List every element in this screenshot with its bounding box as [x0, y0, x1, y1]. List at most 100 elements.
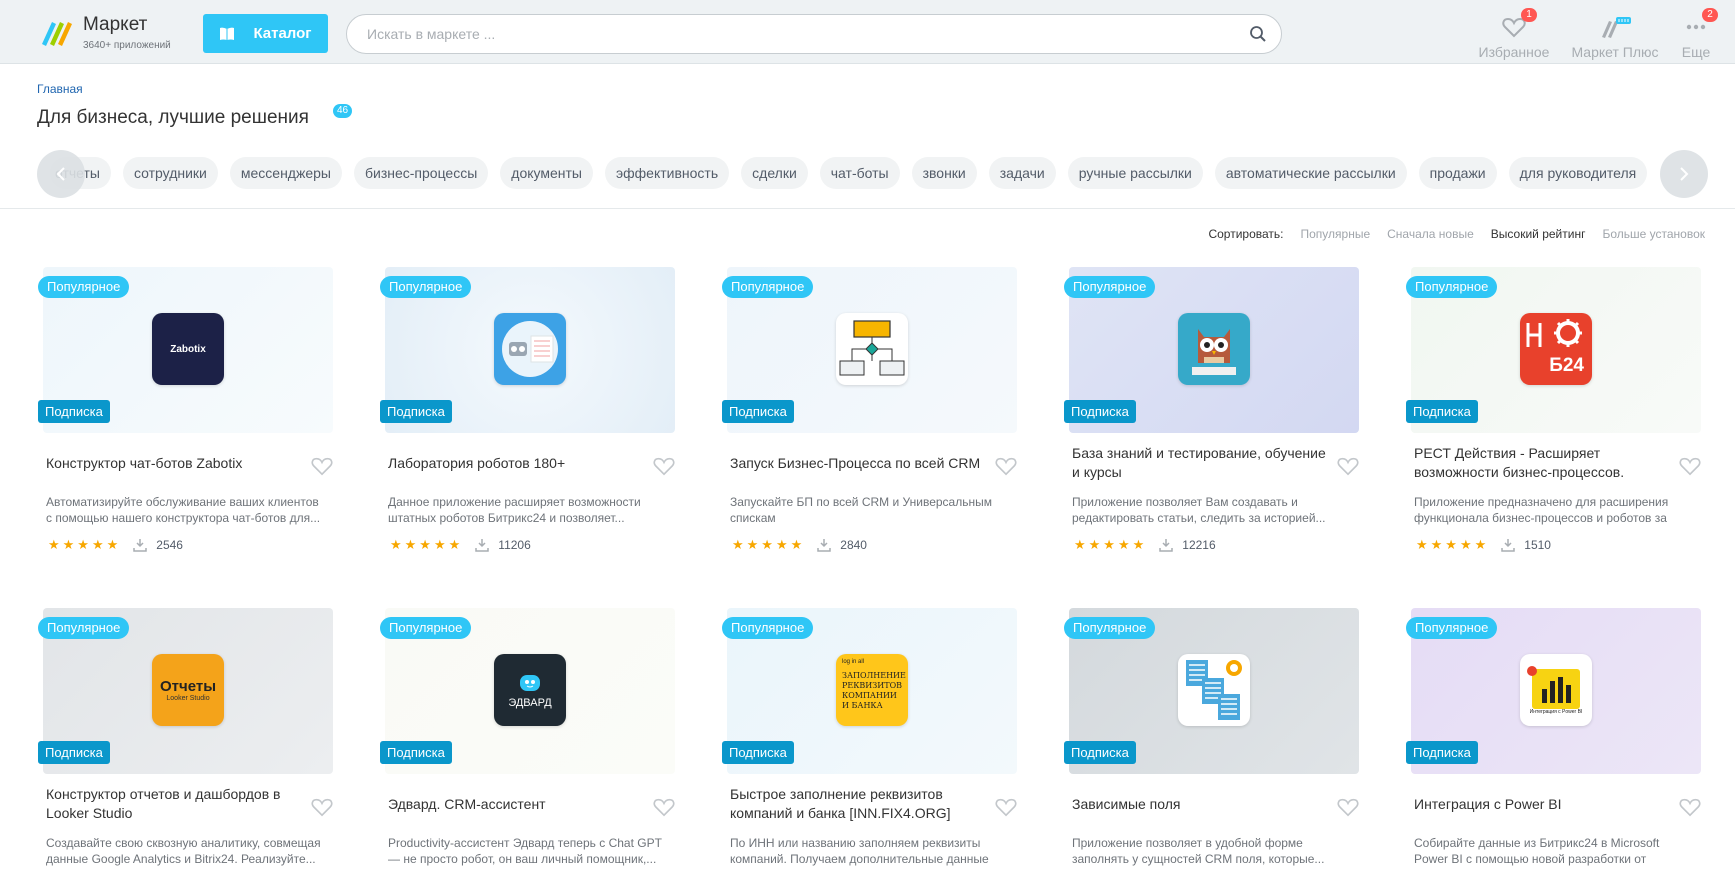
heart-icon[interactable] [1337, 456, 1359, 476]
more-badge: 2 [1702, 8, 1718, 22]
app-icon-dependent-fields [1178, 654, 1250, 726]
tag-employees[interactable]: сотрудники [122, 157, 218, 189]
chevron-left-icon [56, 167, 65, 181]
owl-icon [1192, 329, 1236, 375]
app-description: Приложение предназначено для расширения … [1414, 495, 1669, 525]
heart-icon[interactable] [653, 797, 675, 817]
tags-next-button[interactable] [1660, 150, 1708, 198]
popular-badge: Популярное [38, 276, 130, 298]
app-description: Приложение позволяет в удобной форме зап… [1072, 836, 1325, 866]
sort-popular[interactable]: Популярные [1301, 227, 1371, 241]
tag-manual-mailings[interactable]: ручные рассылки [1067, 157, 1203, 189]
subscription-badge: Подписка [1064, 400, 1136, 423]
favorites-badge: 1 [1521, 8, 1537, 22]
section-divider [0, 208, 1735, 209]
apps-count-badge: 46 [333, 104, 353, 118]
app-description: Данное приложение расширяет возможности … [388, 495, 641, 525]
subscription-badge: Подписка [1406, 741, 1478, 764]
app-icon-knowledge-base [1178, 313, 1250, 385]
heart-icon[interactable] [995, 456, 1017, 476]
app-description: Собирайте данные из Битрикс24 в Microsof… [1414, 836, 1660, 866]
heart-icon[interactable] [1679, 797, 1701, 817]
tag-efficiency[interactable]: эффективность [605, 157, 730, 189]
tag-for-managers[interactable]: для руководителя [1508, 157, 1648, 189]
popular-badge: Популярное [722, 617, 814, 639]
download-icon [1501, 539, 1516, 552]
install-count: 2840 [840, 538, 867, 552]
popular-badge: Популярное [1406, 276, 1498, 298]
rating-stars-icon: ★★★★★ [732, 537, 806, 552]
app-title[interactable]: Лаборатория роботов 180+ [388, 454, 643, 473]
tag-calls[interactable]: звонки [911, 157, 977, 189]
tag-auto-mailings[interactable]: автоматические рассылки [1214, 157, 1407, 189]
app-title[interactable]: Запуск Бизнес-Процесса по всей CRM [730, 454, 985, 473]
subscription-badge: Подписка [1064, 741, 1136, 764]
popular-badge: Популярное [1064, 276, 1156, 298]
app-icon-rest-actions: Б24 [1520, 313, 1592, 385]
flowchart-icon [839, 320, 905, 376]
favorites-nav[interactable]: 1 Избранное [1477, 8, 1551, 60]
subscription-badge: Подписка [380, 741, 452, 764]
catalog-button[interactable]: Каталог [203, 14, 328, 53]
tag-tasks[interactable]: задачи [988, 157, 1056, 189]
tag-sales[interactable]: продажи [1418, 157, 1497, 189]
sort-newest[interactable]: Сначала новые [1387, 227, 1474, 241]
app-title[interactable]: Конструктор отчетов и дашбордов в Looker… [46, 785, 301, 823]
popular-badge: Популярное [1064, 617, 1156, 639]
heart-icon[interactable] [1679, 456, 1701, 476]
breadcrumb-home[interactable]: Главная [37, 82, 83, 96]
sort-high-rating[interactable]: Высокий рейтинг [1491, 227, 1586, 241]
robot-icon [502, 321, 558, 377]
catalog-label: Каталог [253, 25, 312, 42]
tag-documents[interactable]: документы [500, 157, 593, 189]
subscription-badge: Подписка [38, 400, 110, 423]
app-icon-looker-reports: Отчеты Looker Studio [152, 654, 224, 726]
market-plus-label: Маркет Плюс [1571, 44, 1659, 60]
app-title[interactable]: Зависимые поля [1072, 795, 1327, 814]
market-logo-icon[interactable] [38, 14, 74, 50]
subscription-badge: Подписка [722, 400, 794, 423]
tag-deals[interactable]: сделки [741, 157, 808, 189]
app-title[interactable]: Конструктор чат-ботов Zabotix [46, 454, 301, 473]
app-meta: ★★★★★ 1510 [1416, 537, 1551, 553]
tag-business-processes[interactable]: бизнес-процессы [353, 157, 489, 189]
heart-icon[interactable] [311, 797, 333, 817]
app-title[interactable]: Интеграция с Power BI [1414, 795, 1669, 814]
app-title[interactable]: РЕСТ Действия - Расширяет возможности би… [1414, 444, 1669, 482]
page-title: Для бизнеса, лучшие решения [37, 107, 309, 128]
app-icon-zabotix: Zabotix [152, 313, 224, 385]
rating-stars-icon: ★★★★★ [390, 537, 464, 552]
heart-icon[interactable] [1337, 797, 1359, 817]
heart-icon[interactable] [311, 456, 333, 476]
app-title[interactable]: Быстрое заполнение реквизитов компаний и… [730, 785, 985, 823]
tag-carousel: отчеты сотрудники мессенджеры бизнес-про… [37, 151, 1709, 197]
brand-title[interactable]: Маркет [83, 14, 147, 36]
favorites-label: Избранное [1478, 44, 1550, 60]
install-count: 2546 [156, 538, 183, 552]
search-box [346, 14, 1282, 54]
search-input[interactable] [367, 15, 1227, 53]
more-dots-icon [1686, 24, 1706, 30]
subscription-badge: Подписка [1406, 400, 1478, 423]
tags-prev-button[interactable] [37, 150, 85, 198]
app-meta: ★★★★★ 11206 [390, 537, 531, 553]
dependent-fields-icon [1186, 660, 1242, 720]
download-icon [817, 539, 832, 552]
app-icon-robot-lab [494, 313, 566, 385]
app-title[interactable]: Эдвард. CRM-ассистент [388, 795, 643, 814]
more-nav[interactable]: 2 Еще [1678, 8, 1718, 60]
sort-most-installs[interactable]: Больше установок [1602, 227, 1705, 241]
market-plus-nav[interactable]: Маркет Плюс [1570, 14, 1660, 60]
tag-chatbots[interactable]: чат-боты [819, 157, 900, 189]
app-meta: ★★★★★ 2546 [48, 537, 183, 553]
heart-icon[interactable] [653, 456, 675, 476]
heart-icon[interactable] [995, 797, 1017, 817]
app-description: Создавайте свою сквозную аналитику, совм… [46, 836, 321, 866]
robot-face-icon [520, 674, 540, 691]
app-meta: ★★★★★ 2840 [732, 537, 867, 553]
popular-badge: Популярное [38, 617, 130, 639]
app-icon-bp-launch [836, 313, 908, 385]
search-icon[interactable] [1249, 25, 1267, 43]
app-title[interactable]: База знаний и тестирование, обучение и к… [1072, 444, 1327, 482]
tag-messengers[interactable]: мессенджеры [229, 157, 342, 189]
